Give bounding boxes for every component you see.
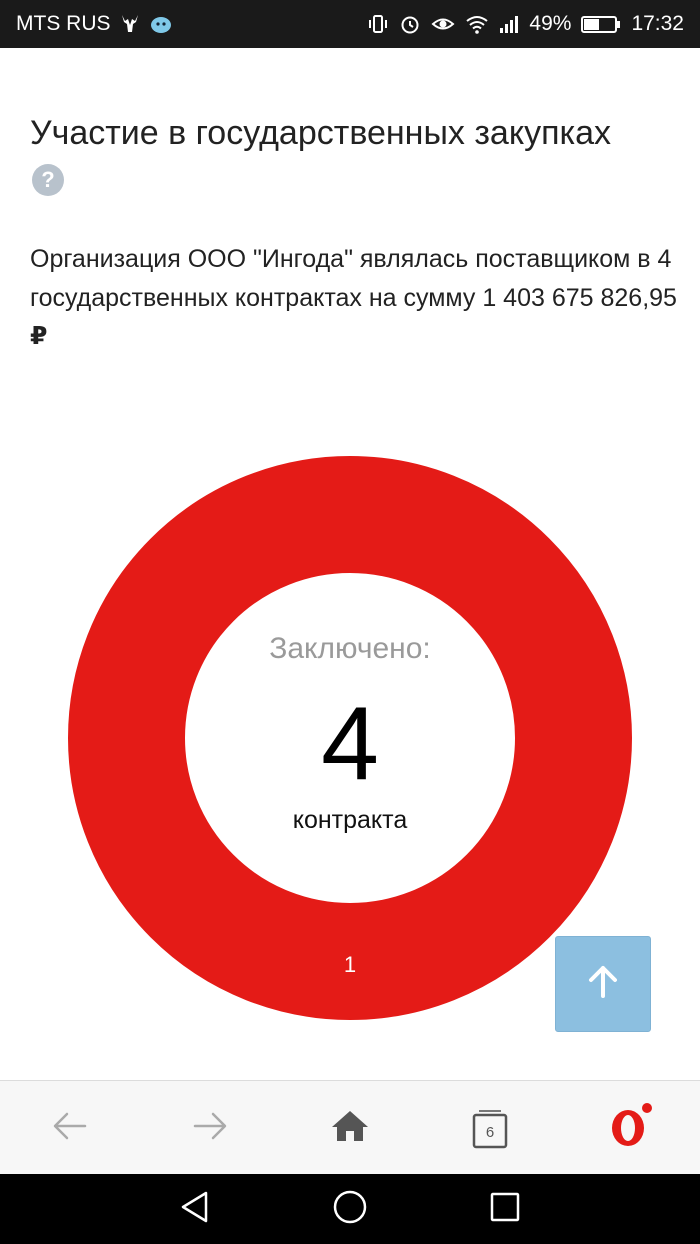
status-bar: MTS RUS 49% 17:32 [0, 0, 700, 48]
page-title: Участие в государственных закупках [30, 114, 612, 152]
forward-button[interactable] [160, 1081, 260, 1175]
wifi-icon [465, 13, 489, 35]
arrow-up-icon [585, 964, 621, 1005]
description-text: Организация ООО "Ингода" являлась постав… [30, 245, 677, 312]
opera-logo-icon [606, 1102, 654, 1155]
home-icon [330, 1109, 370, 1148]
back-triangle-icon [179, 1190, 211, 1229]
ruble-sign: ₽ [30, 322, 48, 350]
cloud-creature-icon [149, 13, 173, 35]
tabs-icon: 6 [472, 1110, 508, 1149]
eye-comfort-icon [431, 13, 455, 35]
tabs-button[interactable]: 6 [440, 1081, 540, 1175]
battery-percent: 49% [529, 12, 572, 35]
carrier-name: MTS RUS [16, 12, 111, 35]
arrow-left-icon [52, 1111, 88, 1146]
alarm-icon [399, 13, 421, 35]
system-recents-button[interactable] [455, 1174, 555, 1244]
system-home-button[interactable] [300, 1174, 400, 1244]
donut-slice-1[interactable] [68, 456, 632, 1020]
recents-square-icon [489, 1191, 521, 1228]
help-icon[interactable]: ? [32, 164, 64, 196]
contracts-donut-chart [68, 456, 632, 1020]
contracts-description: Организация ООО "Ингода" являлась постав… [30, 240, 680, 356]
battery-icon [581, 13, 621, 35]
signal-icon [499, 13, 519, 35]
home-button[interactable] [300, 1081, 400, 1175]
arrow-right-icon [192, 1111, 228, 1146]
system-navigation-bar [0, 1174, 700, 1244]
status-bar-right: 49% 17:32 [367, 0, 684, 48]
back-button[interactable] [20, 1081, 120, 1175]
clock: 17:32 [631, 12, 684, 35]
status-bar-left: MTS RUS [16, 0, 173, 48]
tabs-count: 6 [486, 1124, 494, 1141]
scroll-to-top-button[interactable] [555, 936, 651, 1032]
vibrate-icon [367, 13, 389, 35]
home-circle-icon [332, 1189, 368, 1230]
system-back-button[interactable] [145, 1174, 245, 1244]
page-content: Участие в государственных закупках ? Орг… [0, 48, 700, 1080]
opera-menu-button[interactable] [580, 1081, 680, 1175]
deer-icon [119, 13, 141, 35]
browser-toolbar: 6 [0, 1080, 700, 1174]
